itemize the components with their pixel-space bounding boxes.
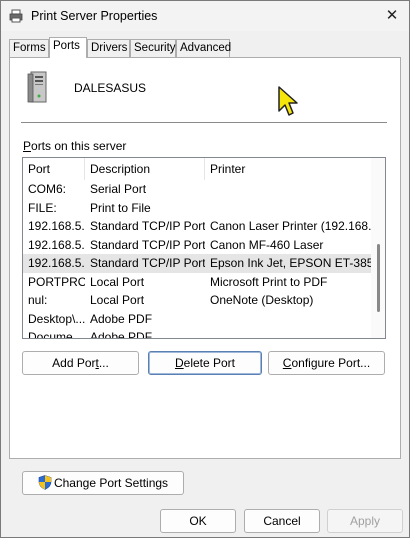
table-row[interactable]: Desktop\... Adobe PDF [23,310,371,329]
table-row[interactable]: COM6: Serial Port [23,180,371,199]
description-cell: Print to File [90,200,151,215]
table-row-selected[interactable]: 192.168.5... Standard TCP/IP Port Epson … [23,254,371,273]
description-cell: Standard TCP/IP Port [90,237,205,252]
ports-list[interactable]: Port Description Printer COM6: Serial Po… [22,157,386,339]
button-label: onfigure Port... [291,356,371,370]
table-row[interactable]: nul: Local Port OneNote (Desktop) [23,291,371,310]
table-row[interactable]: Docume... Adobe PDF [23,328,371,339]
port-cell: COM6: [28,182,67,196]
printer-cell: Epson Ink Jet, EPSON ET-385... [210,256,371,270]
close-button[interactable]: ✕ [375,1,409,31]
separator-highlight [21,123,387,124]
cancel-button[interactable]: Cancel [244,509,320,533]
description-cell: Adobe PDF [90,311,153,326]
printer-cell: Canon Laser Printer (192.168... [210,219,371,233]
configure-port-button[interactable]: Configure Port... [268,351,385,375]
access-key: D [174,356,184,370]
table-row[interactable]: 192.168.5... Standard TCP/IP Port Canon … [23,217,371,236]
description-cell: Serial Port [90,182,147,196]
tab-strip: Forms Ports Drivers Security Advanced [9,37,403,58]
uac-shield-icon [38,475,52,490]
scroll-thumb[interactable] [377,244,380,312]
add-port-button[interactable]: Add Port... [22,351,139,375]
description-cell: Adobe PDF [90,330,153,339]
table-row[interactable]: FILE: Print to File [23,199,371,218]
tab-forms[interactable]: Forms [9,39,49,57]
description-cell: Standard TCP/IP Port [90,219,205,233]
button-label: e Port Settings [89,476,169,490]
apply-button[interactable]: Apply [327,509,403,533]
close-icon: ✕ [385,7,399,24]
printer-cell: OneNote (Desktop) [210,293,314,307]
server-tower-icon [27,71,47,103]
ports-section-label: Ports on this server [23,139,126,153]
tab-label: Ports [53,40,80,52]
access-key: P [23,139,32,153]
port-cell: PORTPRO... [28,274,85,289]
server-name: DALESASUS [74,81,147,95]
title-bar: Print Server Properties ✕ [1,1,409,31]
port-cell: nul: [28,293,48,307]
printer-cell: Canon MF-460 Laser [210,237,324,252]
delete-port-button[interactable]: Delete Port [148,351,262,375]
column-header-printer[interactable]: Printer [205,158,371,180]
table-row[interactable]: 192.168.5... Standard TCP/IP Port Canon … [23,236,371,255]
tab-label: Drivers [91,42,128,54]
table-row[interactable]: PORTPRO... Local Port Microsoft Print to… [23,273,371,292]
label-text: orts on this server [31,139,127,153]
tab-ports[interactable]: Ports [49,37,87,58]
port-cell: 192.168.5... [28,219,85,233]
print-server-properties-dialog: Print Server Properties ✕ Forms Ports Dr… [0,0,410,538]
tab-label: Advanced [180,42,232,54]
button-label: elete Port [183,356,236,370]
button-label: ... [98,356,109,370]
change-port-settings-button[interactable]: Change Port Settings [22,471,184,495]
column-header-port[interactable]: Port [23,158,85,180]
port-cell: Docume... [28,330,83,339]
ok-button[interactable]: OK [160,509,236,533]
port-cell: FILE: [28,200,57,215]
port-cell: 192.168.5... [28,256,85,270]
column-header-description[interactable]: Description [85,158,205,180]
tab-advanced[interactable]: Advanced [176,39,232,57]
mouse-pointer-icon [278,86,298,116]
description-cell: Local Port [90,293,145,307]
port-cell: Desktop\... [28,311,85,326]
button-label: Chan [53,476,83,490]
button-label: Add Por [52,356,96,370]
printer-cell: Microsoft Print to PDF [210,274,328,289]
tab-label: Forms [13,42,46,54]
window-title: Print Server Properties [31,9,158,23]
vertical-scrollbar[interactable] [371,158,385,338]
list-header: Port Description Printer [23,158,371,180]
tab-drivers[interactable]: Drivers [87,39,130,57]
port-cell: 192.168.5... [28,237,85,252]
tab-security[interactable]: Security [130,39,176,57]
description-cell: Standard TCP/IP Port [90,256,205,270]
tab-label: Security [134,42,176,54]
printer-icon [9,9,23,23]
list-rows: COM6: Serial Port FILE: Print to File 19… [23,180,371,339]
description-cell: Local Port [90,274,145,289]
